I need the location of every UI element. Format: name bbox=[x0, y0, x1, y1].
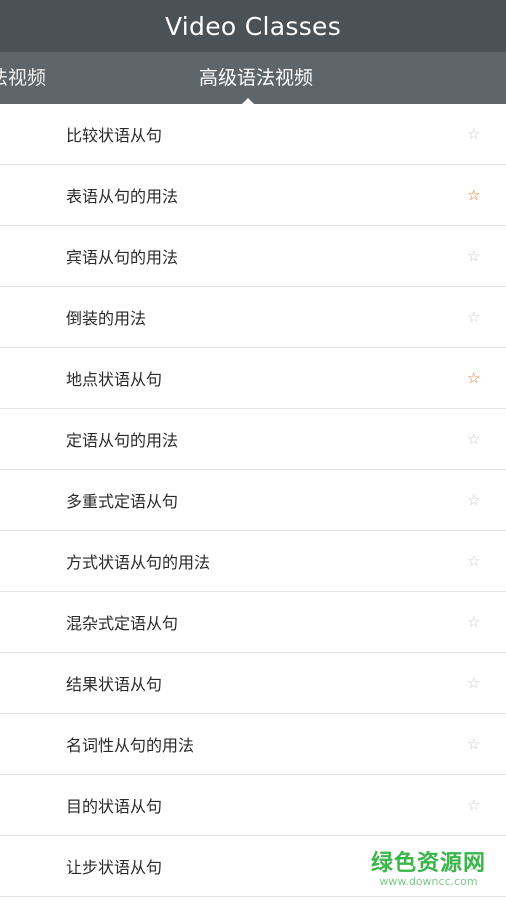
list-item[interactable]: 方式状语从句的用法 ☆ bbox=[0, 531, 506, 592]
star-icon[interactable]: ☆ bbox=[467, 248, 480, 264]
list-item[interactable]: 表语从句的用法 ☆ bbox=[0, 165, 506, 226]
list-item[interactable]: 混杂式定语从句 ☆ bbox=[0, 592, 506, 653]
list-item-label: 多重式定语从句 bbox=[66, 492, 179, 511]
list-item-label: 定语从句的用法 bbox=[66, 431, 179, 450]
list-item-label: 目的状语从句 bbox=[66, 797, 163, 816]
list-item[interactable]: 倒装的用法 ☆ bbox=[0, 287, 506, 348]
list-item-label: 让步状语从句 bbox=[66, 858, 163, 877]
list-item-label: 倒装的用法 bbox=[66, 309, 147, 328]
app-header: Video Classes bbox=[0, 0, 506, 52]
list-item[interactable]: 多重式定语从句 ☆ bbox=[0, 470, 506, 531]
list-item-label: 宾语从句的用法 bbox=[66, 248, 179, 267]
watermark-url: www.downcc.com bbox=[379, 875, 478, 888]
list-item-label: 比较状语从句 bbox=[66, 126, 163, 145]
list-item-label: 地点状语从句 bbox=[66, 370, 163, 389]
watermark: 绿色资源网 www.downcc.com bbox=[371, 845, 486, 888]
star-icon[interactable]: ☆ bbox=[467, 492, 480, 508]
star-icon[interactable]: ☆ bbox=[467, 370, 480, 386]
star-icon[interactable]: ☆ bbox=[467, 614, 480, 630]
list-item-label: 表语从句的用法 bbox=[66, 187, 179, 206]
list-item[interactable]: 地点状语从句 ☆ bbox=[0, 348, 506, 409]
star-icon[interactable]: ☆ bbox=[467, 553, 480, 569]
watermark-title: 绿色资源网 bbox=[370, 851, 486, 876]
star-icon[interactable]: ☆ bbox=[467, 736, 480, 752]
list-item[interactable]: 结果状语从句 ☆ bbox=[0, 653, 506, 714]
star-icon[interactable]: ☆ bbox=[467, 797, 480, 813]
star-icon[interactable]: ☆ bbox=[467, 431, 480, 447]
list-item[interactable]: 比较状语从句 ☆ bbox=[0, 104, 506, 165]
star-icon[interactable]: ☆ bbox=[467, 675, 480, 691]
list-item[interactable]: 名词性从句的用法 ☆ bbox=[0, 714, 506, 775]
list-item-label: 方式状语从句的用法 bbox=[66, 553, 211, 572]
star-icon[interactable]: ☆ bbox=[467, 126, 480, 142]
page-title: Video Classes bbox=[164, 11, 342, 41]
video-list: 比较状语从句 ☆ 表语从句的用法 ☆ 宾语从句的用法 ☆ 倒装的用法 ☆ 地点状语从句 ☆ 定语从句… bbox=[0, 104, 506, 897]
list-item[interactable]: 宾语从句的用法 ☆ bbox=[0, 226, 506, 287]
list-item-label: 结果状语从句 bbox=[66, 675, 163, 694]
list-item-label: 混杂式定语从句 bbox=[66, 614, 179, 633]
star-icon[interactable]: ☆ bbox=[467, 187, 480, 203]
list-item-label: 名词性从句的用法 bbox=[66, 736, 195, 755]
tab-bar: 法视频 高级语法视频 bbox=[0, 52, 506, 104]
tab-basic-grammar[interactable]: 法视频 bbox=[0, 52, 46, 104]
tab-advanced-grammar[interactable]: 高级语法视频 bbox=[199, 52, 313, 104]
list-item[interactable]: 定语从句的用法 ☆ bbox=[0, 409, 506, 470]
star-icon[interactable]: ☆ bbox=[467, 309, 480, 325]
list-item[interactable]: 目的状语从句 ☆ bbox=[0, 775, 506, 836]
